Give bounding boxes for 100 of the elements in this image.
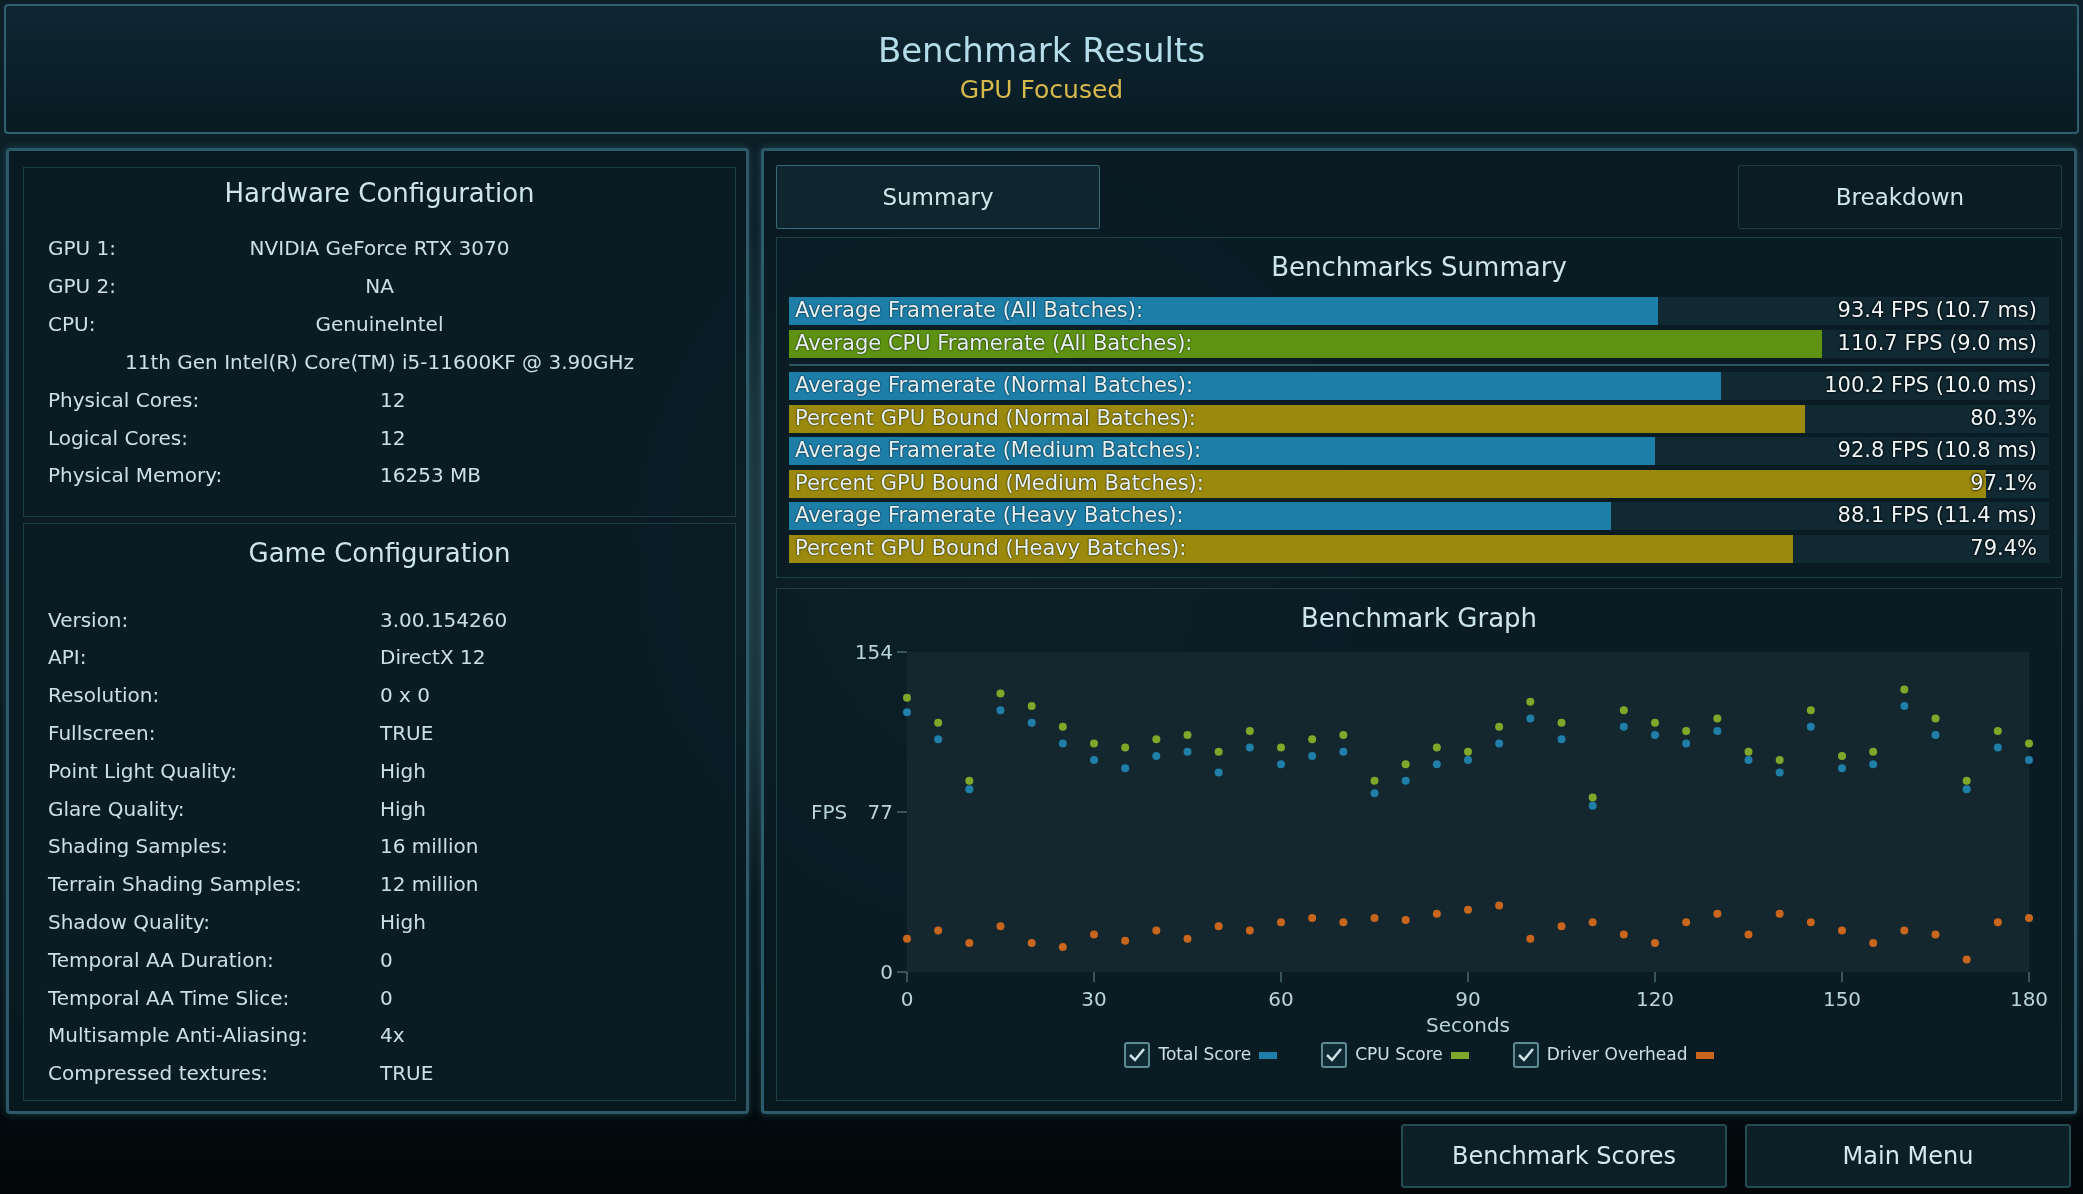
data-point [1432,760,1441,769]
data-point [1214,747,1223,756]
menu-button[interactable]: Main Menu [1745,1124,2071,1188]
field-value: High [380,795,427,823]
data-point [903,708,911,717]
field-value: 16253 MB [380,462,482,490]
data-point [1495,722,1504,731]
data-point [1931,731,1940,740]
data-point [1838,751,1846,760]
data-point [934,718,943,727]
data-point [1152,926,1161,935]
field-value: 12 [380,424,407,452]
data-point [1900,702,1909,711]
field-label: Temporal AA Duration: [48,946,275,974]
data-point [996,922,1005,931]
bar-label: Average Framerate (Medium Batches): [795,437,1201,465]
field-label: Version: [48,606,130,634]
bar-label: Percent GPU Bound (Heavy Batches): [795,535,1187,562]
data-point [1775,909,1784,918]
x-tick-label: 150 [1822,987,1862,1011]
data-point [1682,726,1691,735]
axis-title: FPS [811,800,848,824]
field-value: GenuineIntel [315,311,444,338]
data-point [1370,789,1379,798]
data-point [1588,801,1597,810]
data-point [996,689,1005,698]
data-point [1245,726,1254,735]
field-label: Resolution: [48,682,161,710]
checkmark-icon [1516,1047,1535,1063]
legend-swatch [1450,1051,1469,1059]
data-point [1962,776,1971,785]
data-point [1993,726,2002,735]
data-point [1090,756,1098,765]
data-point [1214,768,1223,777]
field-value: TRUE [380,1060,435,1088]
field-label: Multisample Anti-Aliasing: [48,1022,309,1050]
data-point [1806,918,1815,927]
data-point [1058,739,1067,748]
bar-label: Percent GPU Bound (Medium Batches): [795,470,1204,497]
data-point [1027,938,1036,947]
field-value: DirectX 12 [380,644,487,672]
field-value: NA [365,273,394,300]
data-point [1245,743,1254,752]
x-tick-label: 30 [1081,987,1107,1011]
data-point [1775,768,1784,777]
field-value: 11th Gen Intel(R) Core(TM) i5-11600KF @ 3.90GHz [124,349,634,376]
data-point [1401,776,1410,785]
tab[interactable]: Summary [776,165,1100,229]
menu-button[interactable]: Benchmark Scores [1401,1124,1727,1188]
field-label: Terrain Shading Samples: [48,871,303,899]
data-point [1900,685,1909,694]
data-point [934,735,943,744]
data-point [1557,735,1566,744]
data-point [1993,918,2002,927]
x-tick-label: 60 [1268,987,1294,1011]
section-title: Benchmarks Summary [1270,251,1568,284]
data-point [1090,739,1098,748]
field-label: Point Light Quality: [48,757,239,785]
data-point [1183,747,1192,756]
field-label: GPU 1: [48,235,117,262]
field-label: API: [48,644,88,672]
legend-swatch [1695,1051,1714,1059]
bar-value: 93.4 FPS (10.7 ms) [1837,297,2037,325]
data-point [1027,702,1036,711]
x-tick-label: 90 [1455,987,1481,1011]
tab[interactable]: Breakdown [1738,165,2062,229]
bar-label: Average Framerate (Normal Batches): [795,372,1193,400]
field-label: Glare Quality: [48,795,186,823]
y-tick-label: 154 [854,640,893,664]
bar-value: 92.8 FPS (10.8 ms) [1837,437,2037,465]
data-point [1370,776,1379,785]
legend-label: CPU Score [1355,1043,1443,1067]
data-point [2025,913,2033,922]
data-point [1277,743,1285,752]
data-point [1713,909,1722,918]
data-point [1651,731,1659,740]
data-point [1495,739,1504,748]
x-tick-label: 0 [900,987,914,1011]
legend-label: Driver Overhead [1546,1043,1688,1067]
field-value: 0 [380,946,394,974]
data-point [1775,756,1784,765]
field-value: 0 x 0 [380,682,431,710]
data-point [1277,918,1285,927]
bar-label: Average Framerate (All Batches): [795,297,1144,325]
legend-label: Total Score [1158,1043,1252,1067]
bar-label: Average Framerate (Heavy Batches): [795,502,1184,530]
data-point [1557,922,1566,931]
data-point [1277,760,1285,769]
bar-value: 80.3% [1970,405,2037,432]
data-point [1526,934,1535,943]
data-point [1588,793,1597,802]
field-value: 4x [380,1022,406,1050]
legend-checkbox[interactable] [1124,1042,1151,1068]
legend-checkbox[interactable] [1321,1042,1348,1068]
field-label: Logical Cores: [48,424,189,452]
data-point [1058,943,1067,952]
field-label: Physical Memory: [48,462,224,490]
field-value: 16 million [380,833,480,861]
legend-checkbox[interactable] [1512,1042,1539,1068]
data-point [1090,930,1098,939]
